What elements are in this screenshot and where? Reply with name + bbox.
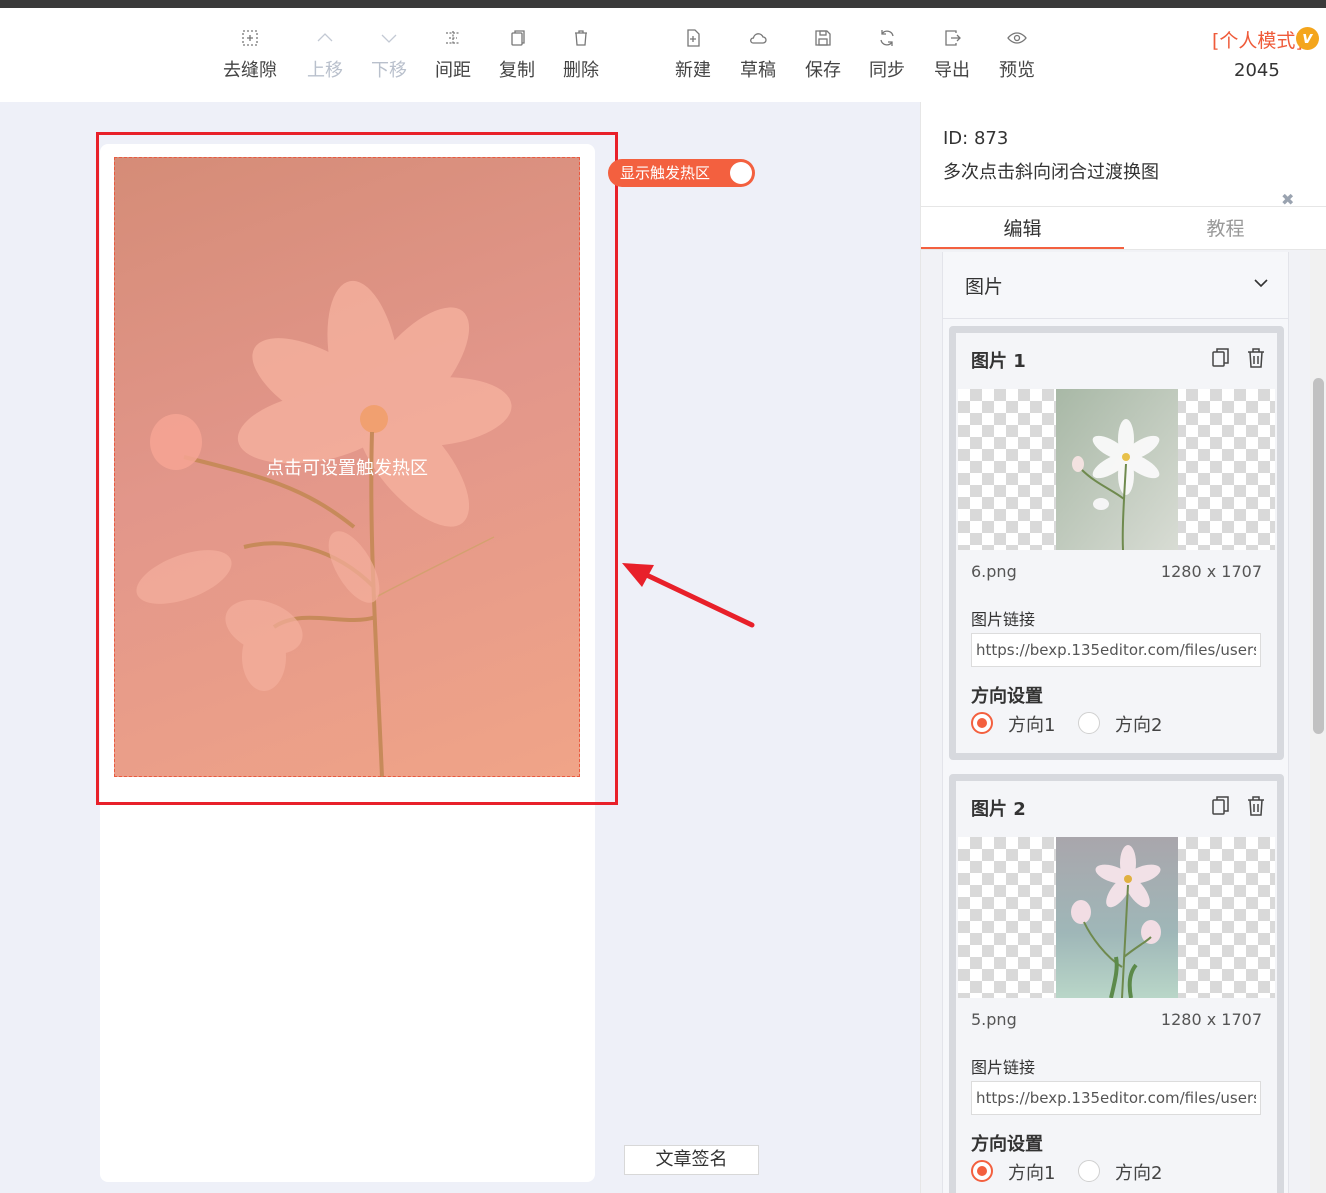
remove-gap-icon (220, 28, 280, 52)
image-card-2: 图片 2 5.png 1280 x 1707 图片链接 https://bexp… (949, 774, 1284, 1193)
divider (943, 318, 1288, 319)
personal-mode-label[interactable]: [个人模式] (1212, 26, 1303, 53)
template-name: 多次点击斜向闭合过渡换图 (943, 162, 1159, 183)
image-section: 图片 图片 1 6.png 1280 x 1707 图片链接 https://b… (942, 252, 1289, 1193)
image-dimensions: 1280 x 1707 (1160, 1010, 1262, 1029)
chevron-down-icon[interactable] (1252, 274, 1270, 292)
delete-button[interactable]: 删除 (551, 28, 611, 82)
radio-dot (1078, 1160, 1100, 1182)
chevron-up-icon (295, 28, 355, 52)
image-card-1: 图片 1 6.png 1280 x 1707 图片链接 https://bexp… (949, 326, 1284, 760)
radio-dot (971, 712, 993, 734)
tab-tutorial[interactable]: 教程 (1124, 214, 1326, 241)
show-hotspot-toggle[interactable]: 显示触发热区 (608, 159, 755, 187)
radio-label: 方向1 (1008, 715, 1056, 736)
right-panel: ID: 873 多次点击斜向闭合过渡换图 ✖ 编辑 教程 图片 图片 1 6.p… (920, 102, 1326, 1193)
image-thumbnail[interactable] (958, 389, 1275, 550)
panel-scroll-area: 图片 图片 1 6.png 1280 x 1707 图片链接 https://b… (921, 250, 1326, 1193)
radio-dot (971, 1160, 993, 1182)
vip-badge-icon: v (1296, 27, 1319, 50)
divider (921, 206, 1326, 207)
toggle-knob (730, 162, 752, 184)
window-top-strip (0, 0, 1326, 8)
spacing-icon (423, 28, 483, 52)
radio-label: 方向1 (1008, 1163, 1056, 1184)
spacing-button[interactable]: 间距 (423, 28, 483, 82)
file-name: 6.png (971, 562, 1017, 581)
new-file-icon (663, 28, 723, 52)
image-preview (1056, 837, 1178, 998)
file-name: 5.png (971, 1010, 1017, 1029)
save-button[interactable]: 保存 (793, 28, 853, 82)
copy-button[interactable]: 复制 (487, 28, 547, 82)
card-title: 图片 1 (971, 351, 1026, 372)
export-icon (922, 28, 982, 52)
copy-icon[interactable] (1211, 347, 1231, 369)
remove-gap-button[interactable]: 去缝隙 (220, 28, 280, 82)
toggle-label: 显示触发热区 (620, 164, 711, 182)
trash-icon[interactable] (1246, 795, 1266, 817)
move-up-button[interactable]: 上移 (295, 28, 355, 82)
save-icon (793, 28, 853, 52)
template-id: ID: 873 (943, 128, 1009, 149)
preview-button[interactable]: 预览 (987, 28, 1047, 82)
trash-icon (551, 28, 611, 52)
annotation-arrow-icon (622, 563, 755, 628)
cloud-icon (728, 28, 788, 52)
draft-button[interactable]: 草稿 (728, 28, 788, 82)
image-thumbnail[interactable] (958, 837, 1275, 998)
image-preview (1056, 389, 1178, 550)
new-button[interactable]: 新建 (663, 28, 723, 82)
section-title: 图片 (965, 276, 1004, 298)
radio-dot (1078, 712, 1100, 734)
copy-icon (487, 28, 547, 52)
trash-icon[interactable] (1246, 347, 1266, 369)
toolbar: 去缝隙 上移 下移 间距 复制 删除 新建 草稿 保存 同步 导出 预览 [个人… (0, 8, 1326, 102)
mode-number: 2045 (1234, 60, 1280, 81)
move-down-button[interactable]: 下移 (359, 28, 419, 82)
image-link-input[interactable] (971, 633, 1261, 667)
eye-icon (987, 28, 1047, 52)
sync-button[interactable]: 同步 (857, 28, 917, 82)
direction-label: 方向设置 (971, 686, 1043, 707)
direction-label: 方向设置 (971, 1134, 1043, 1155)
radio-label: 方向2 (1115, 715, 1163, 736)
card-title: 图片 2 (971, 799, 1026, 820)
image-link-label: 图片链接 (971, 1058, 1036, 1077)
article-signature-button[interactable]: 文章签名 (624, 1145, 759, 1175)
export-button[interactable]: 导出 (922, 28, 982, 82)
image-link-input[interactable] (971, 1081, 1261, 1115)
image-link-label: 图片链接 (971, 610, 1036, 629)
sync-icon (857, 28, 917, 52)
radio-label: 方向2 (1115, 1163, 1163, 1184)
panel-scrollbar[interactable] (1310, 250, 1326, 1193)
image-dimensions: 1280 x 1707 (1160, 562, 1262, 581)
chevron-down-icon (359, 28, 419, 52)
copy-icon[interactable] (1211, 795, 1231, 817)
scrollbar-thumb[interactable] (1313, 378, 1324, 734)
tab-edit[interactable]: 编辑 (921, 214, 1124, 241)
highlight-frame (96, 132, 618, 805)
